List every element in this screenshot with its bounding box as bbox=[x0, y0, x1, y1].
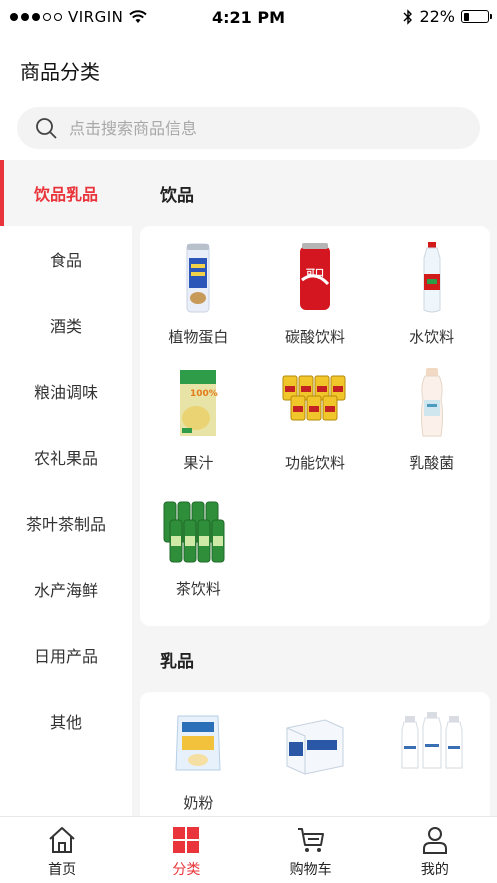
sidebar-item-gift-fruit[interactable]: 农礼果品 bbox=[0, 424, 132, 490]
beverages-grid: 植物蛋白 可口 碳酸饮料 水饮料 100% 果汁 功能饮料 乳酸菌 茶饮料 bbox=[140, 226, 490, 626]
cart-icon bbox=[297, 828, 324, 852]
tab-label: 我的 bbox=[420, 862, 449, 878]
home-icon bbox=[49, 827, 75, 853]
sidebar-item-grain-oil[interactable]: 粮油调味 bbox=[0, 358, 132, 424]
tab-home[interactable]: 首页 bbox=[0, 817, 124, 883]
content-area: 饮品乳品 食品 酒类 粮油调味 农礼果品 茶叶茶制品 水产海鲜 日用产品 其他 … bbox=[0, 160, 497, 816]
sidebar-item-beverages-dairy[interactable]: 饮品乳品 bbox=[0, 160, 132, 226]
water-bottle-icon bbox=[423, 242, 441, 313]
walnut-milk-can-icon bbox=[186, 243, 210, 313]
battery-level bbox=[463, 12, 469, 21]
tab-label: 首页 bbox=[48, 862, 77, 878]
bottom-tab-bar: 首页 分类 购物车 我的 bbox=[0, 816, 497, 883]
tab-cart[interactable]: 购物车 bbox=[249, 817, 373, 883]
category-main: 饮品 植物蛋白 可口 碳酸饮料 水饮料 100% 果汁 功能饮料 乳酸菌 茶饮料… bbox=[140, 160, 490, 816]
category-water[interactable]: 水饮料 bbox=[373, 240, 490, 366]
category-label: 水饮料 bbox=[409, 328, 455, 346]
sidebar-item-label: 饮品乳品 bbox=[33, 185, 98, 204]
category-label: 植物蛋白 bbox=[168, 328, 229, 346]
category-functional[interactable]: 功能饮料 bbox=[257, 366, 374, 492]
milk-powder-bag-icon bbox=[175, 715, 221, 771]
search-input[interactable] bbox=[69, 118, 449, 138]
sidebar-item-label: 日用产品 bbox=[33, 647, 98, 666]
juice-carton-icon: 100% bbox=[180, 370, 218, 436]
category-lactobacillus[interactable]: 乳酸菌 bbox=[373, 366, 490, 492]
section-title-beverages: 饮品 bbox=[160, 185, 194, 206]
category-carbonated[interactable]: 可口 碳酸饮料 bbox=[257, 240, 374, 366]
sidebar-item-label: 农礼果品 bbox=[33, 449, 98, 468]
sidebar-item-label: 茶叶茶制品 bbox=[25, 515, 106, 534]
category-label: 茶饮料 bbox=[175, 580, 221, 598]
dairy-grid: 奶粉 bbox=[140, 692, 490, 816]
sidebar-item-label: 其他 bbox=[49, 713, 82, 732]
status-right: 22% bbox=[403, 7, 492, 26]
green-tea-bottles-icon bbox=[163, 501, 225, 563]
page-title: 商品分类 bbox=[20, 60, 100, 84]
tab-profile[interactable]: 我的 bbox=[373, 817, 497, 883]
category-milk-box[interactable] bbox=[257, 706, 374, 816]
category-label: 碳酸饮料 bbox=[284, 328, 345, 346]
status-bar: VIRGIN 4:21 PM 22% bbox=[0, 0, 497, 36]
sidebar-item-daily-goods[interactable]: 日用产品 bbox=[0, 622, 132, 688]
user-icon bbox=[422, 827, 447, 854]
category-milk-powder[interactable]: 奶粉 bbox=[140, 706, 257, 816]
category-label: 乳酸菌 bbox=[409, 454, 455, 472]
cola-can-icon: 可口 bbox=[299, 243, 330, 310]
sidebar-item-liquor[interactable]: 酒类 bbox=[0, 292, 132, 358]
search-icon bbox=[36, 118, 57, 139]
sidebar-item-tea[interactable]: 茶叶茶制品 bbox=[0, 490, 132, 556]
category-plant-protein[interactable]: 植物蛋白 bbox=[140, 240, 257, 366]
bluetooth-icon bbox=[403, 8, 413, 25]
sidebar-item-food[interactable]: 食品 bbox=[0, 226, 132, 292]
milk-bottles-icon bbox=[401, 712, 463, 769]
battery-icon bbox=[461, 10, 492, 23]
battery-percent: 22% bbox=[419, 7, 455, 26]
milk-box-icon bbox=[286, 719, 344, 775]
category-icon bbox=[173, 827, 200, 853]
sidebar-item-label: 酒类 bbox=[49, 317, 82, 336]
category-label: 果汁 bbox=[183, 454, 214, 472]
tab-label: 分类 bbox=[172, 862, 201, 878]
energy-drink-cans-icon bbox=[282, 375, 346, 421]
sidebar-item-other[interactable]: 其他 bbox=[0, 688, 132, 754]
category-label: 奶粉 bbox=[183, 794, 214, 812]
category-tea-drinks[interactable]: 茶饮料 bbox=[140, 492, 257, 618]
yogurt-drink-bottle-icon bbox=[420, 368, 443, 437]
category-milk-bottles[interactable] bbox=[373, 706, 490, 816]
svg-text:可口: 可口 bbox=[306, 268, 324, 279]
search-bar[interactable] bbox=[17, 107, 480, 149]
tab-label: 购物车 bbox=[289, 862, 332, 878]
sidebar-item-label: 食品 bbox=[49, 251, 82, 270]
svg-text:100%: 100% bbox=[190, 389, 218, 399]
category-juice[interactable]: 100% 果汁 bbox=[140, 366, 257, 492]
category-sidebar: 饮品乳品 食品 酒类 粮油调味 农礼果品 茶叶茶制品 水产海鲜 日用产品 其他 bbox=[0, 160, 132, 816]
sidebar-item-label: 水产海鲜 bbox=[33, 581, 98, 600]
tab-category[interactable]: 分类 bbox=[124, 817, 248, 883]
sidebar-item-seafood[interactable]: 水产海鲜 bbox=[0, 556, 132, 622]
section-title-dairy: 乳品 bbox=[160, 651, 194, 672]
sidebar-item-label: 粮油调味 bbox=[33, 383, 98, 402]
category-label: 功能饮料 bbox=[284, 454, 345, 472]
